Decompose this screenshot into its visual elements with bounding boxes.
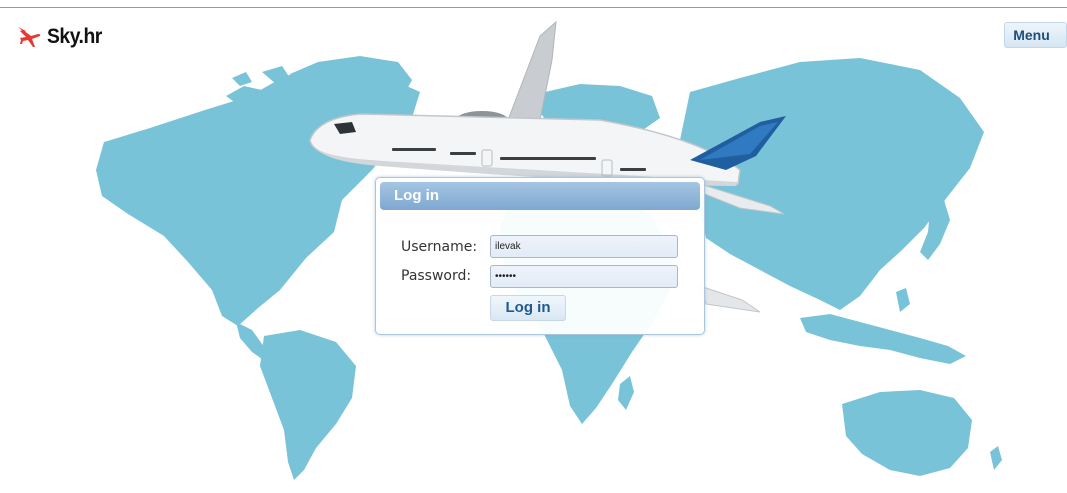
philippines-shape — [896, 288, 910, 312]
new-zealand-shape — [990, 446, 1002, 470]
south-america-shape — [260, 330, 356, 480]
login-panel-title: Log in — [380, 182, 700, 210]
site-logo[interactable]: Sky.hr — [18, 24, 107, 50]
password-field[interactable]: •••••• — [490, 265, 678, 288]
login-submit-button[interactable]: Log in — [490, 295, 566, 321]
login-panel: Log in Username: ilevak Password: ••••••… — [375, 177, 705, 335]
username-label: Username: — [401, 239, 478, 255]
madagascar-shape — [618, 376, 634, 410]
menu-button[interactable]: Menu — [1004, 22, 1067, 48]
indonesia-shape — [800, 314, 966, 364]
username-field[interactable]: ilevak — [490, 235, 678, 258]
airplane-icon — [18, 27, 41, 47]
australia-shape — [842, 390, 972, 476]
site-logo-text: Sky.hr — [47, 25, 102, 48]
password-label: Password: — [401, 268, 472, 284]
